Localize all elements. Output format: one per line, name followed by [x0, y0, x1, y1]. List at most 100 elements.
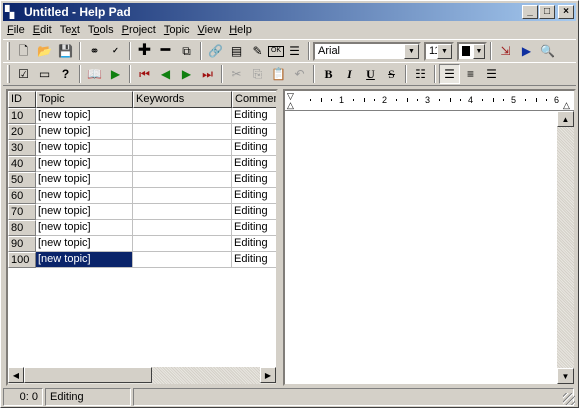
- add-topic-icon[interactable]: ✚: [134, 41, 155, 61]
- menu-topic[interactable]: Topic: [160, 22, 194, 38]
- close-button[interactable]: ×: [558, 5, 574, 19]
- keywords-cell[interactable]: [133, 252, 232, 268]
- next-topic-icon[interactable]: ▶: [176, 64, 197, 84]
- menu-edit[interactable]: Edit: [29, 22, 56, 38]
- menu-view[interactable]: View: [194, 22, 226, 38]
- scroll-down-icon[interactable]: ▼: [557, 368, 574, 384]
- topic-cell[interactable]: [new topic]: [36, 108, 133, 124]
- save-icon[interactable]: 💾: [55, 41, 76, 61]
- browse-sequence-icon[interactable]: ▭: [34, 64, 55, 84]
- topic-editor[interactable]: ▽ △ △ 123456 ▲ ▼: [283, 89, 576, 386]
- underline-icon[interactable]: U: [360, 64, 381, 84]
- last-topic-icon[interactable]: ⏭: [197, 64, 218, 84]
- ok-button-icon[interactable]: OK: [268, 45, 284, 57]
- undo-icon[interactable]: ↶: [289, 64, 310, 84]
- table-row[interactable]: 30 [new topic] Editing: [8, 140, 276, 156]
- table-row[interactable]: 50 [new topic] Editing: [8, 172, 276, 188]
- row-id-cell[interactable]: 70: [8, 204, 36, 220]
- row-id-cell[interactable]: 40: [8, 156, 36, 172]
- keywords-cell[interactable]: [133, 108, 232, 124]
- align-right-icon[interactable]: ☰: [481, 64, 502, 84]
- cut-icon[interactable]: ✂: [226, 64, 247, 84]
- toolbar-grip[interactable]: [7, 42, 10, 60]
- comment-cell[interactable]: Editing: [232, 220, 276, 236]
- minimize-button[interactable]: _: [522, 5, 538, 19]
- column-header-id[interactable]: ID: [8, 91, 36, 108]
- row-id-cell[interactable]: 10: [8, 108, 36, 124]
- table-row[interactable]: 10 [new topic] Editing: [8, 108, 276, 124]
- row-id-cell[interactable]: 80: [8, 220, 36, 236]
- align-left-icon[interactable]: ☰: [439, 64, 460, 84]
- comment-cell[interactable]: Editing: [232, 204, 276, 220]
- chevron-down-icon[interactable]: ▼: [437, 43, 452, 59]
- align-center-icon[interactable]: ≡: [460, 64, 481, 84]
- keywords-cell[interactable]: [133, 188, 232, 204]
- help-pad-icon[interactable]: ▚: [5, 5, 21, 19]
- topic-list[interactable]: ID Topic Keywords Comment 10 [new topic] E…: [6, 89, 278, 386]
- link-icon[interactable]: 🔗: [205, 41, 226, 61]
- checklist-icon[interactable]: ☑: [13, 64, 34, 84]
- menu-help[interactable]: Help: [225, 22, 256, 38]
- menu-project[interactable]: Project: [118, 22, 160, 38]
- topic-cell[interactable]: [new topic]: [36, 188, 133, 204]
- edit-page-icon[interactable]: ✎: [247, 41, 268, 61]
- scroll-track[interactable]: [557, 127, 574, 368]
- chevron-down-icon[interactable]: ▼: [472, 43, 485, 59]
- vertical-scrollbar[interactable]: ▲ ▼: [557, 111, 574, 384]
- comment-cell[interactable]: Editing: [232, 188, 276, 204]
- left-indent-marker-icon[interactable]: △: [287, 101, 294, 110]
- chevron-down-icon[interactable]: ▼: [404, 43, 419, 59]
- topic-cell[interactable]: [new topic]: [36, 124, 133, 140]
- run-icon[interactable]: ▶: [105, 64, 126, 84]
- column-header-topic[interactable]: Topic: [36, 91, 133, 108]
- remove-topic-icon[interactable]: ━: [155, 41, 176, 61]
- comment-cell[interactable]: Editing: [232, 172, 276, 188]
- help-question-icon[interactable]: ?: [55, 64, 76, 84]
- copy-icon[interactable]: ⎘: [247, 64, 268, 84]
- find-binoculars-icon[interactable]: ⚭: [84, 41, 105, 61]
- scroll-left-icon[interactable]: ◀: [8, 367, 24, 383]
- row-id-cell[interactable]: 20: [8, 124, 36, 140]
- table-row[interactable]: 40 [new topic] Editing: [8, 156, 276, 172]
- bold-icon[interactable]: B: [318, 64, 339, 84]
- comment-cell[interactable]: Editing: [232, 252, 276, 268]
- row-id-cell[interactable]: 30: [8, 140, 36, 156]
- first-topic-icon[interactable]: ⏮: [134, 64, 155, 84]
- table-row[interactable]: 90 [new topic] Editing: [8, 236, 276, 252]
- scroll-thumb[interactable]: [24, 367, 152, 383]
- row-id-cell[interactable]: 90: [8, 236, 36, 252]
- comment-cell[interactable]: Editing: [232, 236, 276, 252]
- topic-cell[interactable]: [new topic]: [36, 204, 133, 220]
- scroll-right-icon[interactable]: ▶: [260, 367, 276, 383]
- preview-search-icon[interactable]: 🔍: [537, 41, 558, 61]
- table-row[interactable]: 70 [new topic] Editing: [8, 204, 276, 220]
- column-header-keywords[interactable]: Keywords: [133, 91, 232, 108]
- toolbar-grip[interactable]: [7, 65, 10, 83]
- paste-icon[interactable]: 📋: [268, 64, 289, 84]
- menu-file[interactable]: File: [3, 22, 29, 38]
- row-id-cell[interactable]: 50: [8, 172, 36, 188]
- keywords-cell[interactable]: [133, 156, 232, 172]
- menu-tools[interactable]: Tools: [84, 22, 118, 38]
- scroll-track[interactable]: [152, 367, 260, 384]
- table-row[interactable]: 20 [new topic] Editing: [8, 124, 276, 140]
- horizontal-scrollbar[interactable]: ◀ ▶: [8, 367, 276, 384]
- comment-cell[interactable]: Editing: [232, 140, 276, 156]
- topic-cell[interactable]: [new topic]: [36, 236, 133, 252]
- row-id-cell[interactable]: 60: [8, 188, 36, 204]
- keywords-cell[interactable]: [133, 124, 232, 140]
- strikethrough-icon[interactable]: S: [381, 64, 402, 84]
- ruler[interactable]: ▽ △ △ 123456: [285, 91, 574, 111]
- title-bar[interactable]: ▚ Untitled - Help Pad _ □ ×: [3, 3, 576, 21]
- menu-text[interactable]: Text: [56, 22, 84, 38]
- topic-cell[interactable]: [new topic]: [36, 140, 133, 156]
- topic-properties-icon[interactable]: ⧉: [176, 41, 197, 61]
- scroll-up-icon[interactable]: ▲: [557, 111, 574, 127]
- topic-cell[interactable]: [new topic]: [36, 220, 133, 236]
- topic-cell[interactable]: [new topic]: [36, 172, 133, 188]
- comment-cell[interactable]: Editing: [232, 156, 276, 172]
- bullets-icon[interactable]: ☷: [410, 64, 431, 84]
- table-row[interactable]: 100 [new topic] Editing: [8, 252, 276, 268]
- right-indent-marker-icon[interactable]: △: [563, 101, 570, 110]
- keywords-cell[interactable]: [133, 172, 232, 188]
